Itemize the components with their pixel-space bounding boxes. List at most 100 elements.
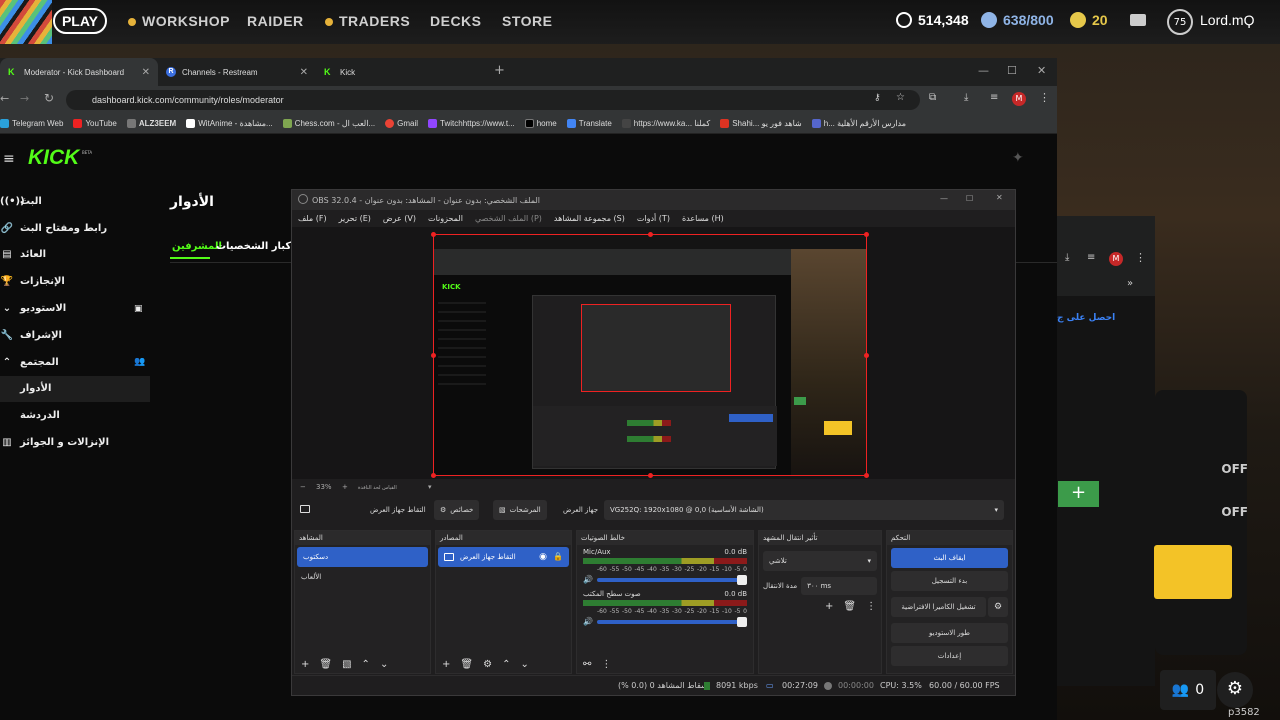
scene-item[interactable]: الألعاب — [295, 569, 430, 585]
gear-icon[interactable]: ⚙ — [483, 659, 492, 670]
zoom-mode[interactable]: القياس لحد النافذة — [358, 485, 397, 491]
bookmark-chess[interactable]: Chess.com - العب ال... — [282, 119, 375, 129]
add-button[interactable]: + — [1058, 481, 1099, 507]
sidebar-item-drops[interactable]: ▥ الإنزالات و الجوائز — [0, 429, 150, 456]
tab-moderators[interactable]: المشرفين — [172, 241, 222, 252]
nav-raider[interactable]: RAIDER — [247, 13, 304, 29]
gear-icon[interactable]: ⚙ — [988, 597, 1008, 617]
sidebar-item-stream-key[interactable]: 🔗 رابط ومفتاح البث — [0, 215, 150, 242]
sidebar-item-community[interactable]: ⌃ المجتمع 👥 — [0, 349, 150, 376]
speaker-icon[interactable]: 🔊 — [583, 575, 593, 584]
add-icon[interactable]: + — [442, 659, 450, 670]
minimize-icon[interactable]: — — [978, 64, 989, 77]
bookmark-telegram[interactable]: Telegram Web — [0, 119, 63, 129]
sidebar-item-roles[interactable]: الأدوار — [0, 375, 150, 403]
more-chevron-icon[interactable]: » — [1127, 278, 1133, 289]
extensions-icon[interactable]: ⧉ — [929, 92, 936, 103]
sidebar-item-moderation[interactable]: 🔧 الإشراف — [0, 322, 150, 349]
resize-handle[interactable] — [648, 473, 653, 478]
zoom-out-icon[interactable]: − — [300, 483, 306, 491]
stop-streaming-button[interactable]: ايقاف البث — [891, 548, 1008, 568]
settings-button[interactable]: إعدادات — [891, 646, 1008, 666]
resize-handle[interactable] — [431, 473, 436, 478]
resize-handle[interactable] — [648, 232, 653, 237]
link-icon[interactable]: ⚯ — [583, 659, 591, 670]
menu-scene-collection[interactable]: مجموعة المشاهد (S) — [554, 214, 625, 223]
bookmark-gmail[interactable]: Gmail — [385, 119, 418, 129]
bookmark-star-icon[interactable]: ☆ — [896, 92, 905, 103]
get-link[interactable]: احصل على ج — [1057, 313, 1115, 323]
menu-docks[interactable]: المحزونات — [428, 214, 463, 223]
scene-item[interactable]: دسكتوب — [297, 547, 428, 567]
filters-button[interactable]: ▧ المرشحات — [493, 500, 547, 520]
maximize-icon[interactable]: ☐ — [966, 194, 973, 203]
menu-view[interactable]: عرض (V) — [383, 214, 416, 223]
bookmark-translate[interactable]: Translate — [566, 119, 612, 129]
close-tab-icon[interactable]: ✕ — [142, 67, 150, 78]
profile-avatar[interactable]: M — [1012, 92, 1026, 106]
username[interactable]: Lord.mϘ — [1200, 12, 1254, 28]
close-tab-icon[interactable]: ✕ — [300, 67, 308, 78]
nav-store[interactable]: STORE — [502, 13, 552, 29]
bookmark-twitch[interactable]: Twitchhttps://www.t... — [428, 119, 515, 129]
sidebar-item-chat[interactable]: الدردشة — [0, 402, 150, 429]
close-window-icon[interactable]: ✕ — [996, 193, 1003, 202]
duration-input[interactable]: ٣٠٠ ms — [801, 577, 877, 595]
bookmark-kick[interactable]: https://www.ka... كملنا — [621, 119, 710, 129]
forward-icon[interactable]: → — [20, 92, 29, 105]
resize-handle[interactable] — [431, 353, 436, 358]
yellow-action-button[interactable] — [1154, 545, 1232, 599]
media-icon[interactable]: ≡ — [1087, 252, 1095, 263]
bookmark-home[interactable]: home — [524, 119, 557, 129]
play-button[interactable]: PLAY — [53, 8, 107, 34]
speaker-icon[interactable]: 🔊 — [583, 617, 593, 626]
toggle-off-2[interactable]: OFF — [1160, 499, 1256, 529]
nav-workshop[interactable]: WORKSHOP — [128, 13, 230, 29]
resize-handle[interactable] — [864, 353, 869, 358]
chevron-down-icon[interactable]: ⌄ — [520, 659, 528, 670]
tab-kick-dashboard[interactable]: K Moderator - Kick Dashboard ✕ — [0, 58, 158, 86]
properties-button[interactable]: ⚙ خصائص — [434, 500, 480, 520]
obs-preview-canvas[interactable]: KICK — [433, 234, 867, 476]
bookmark-alz3eem[interactable]: ALZ3EEM — [126, 119, 176, 129]
chevron-up-icon[interactable]: ⌃ — [362, 659, 370, 670]
friends-button[interactable]: 👥 0 — [1160, 670, 1216, 710]
volume-slider[interactable] — [596, 616, 747, 627]
menu-tools[interactable]: أدوات (T) — [637, 214, 670, 223]
resize-handle[interactable] — [864, 232, 869, 237]
sidebar-item-achievements[interactable]: 🏆 الإنجازات — [0, 268, 150, 295]
menu-kebab-icon[interactable]: ⋮ — [1039, 91, 1050, 104]
chevron-up-icon[interactable]: ⌃ — [502, 659, 510, 670]
bookmark-youtube[interactable]: YouTube — [73, 119, 117, 129]
add-icon[interactable]: + — [301, 659, 309, 670]
bookmark-witanime[interactable]: WitAnime - مشاهدة... — [186, 119, 273, 129]
sidebar-item-stream[interactable]: ((•)) البث — [0, 188, 150, 215]
menu-edit[interactable]: تحرير (E) — [339, 214, 371, 223]
back-icon[interactable]: ← — [0, 92, 9, 105]
menu-help[interactable]: مساعدة (H) — [682, 214, 724, 223]
trash-icon[interactable]: 🗑 — [460, 659, 473, 670]
slider-thumb[interactable] — [737, 616, 747, 627]
menu-file[interactable]: ملف (F) — [298, 214, 327, 223]
close-window-icon[interactable]: ✕ — [1037, 64, 1046, 77]
slider-thumb[interactable] — [737, 574, 747, 585]
filters-icon[interactable]: ▧ — [342, 659, 351, 670]
new-tab-icon[interactable]: + — [494, 63, 505, 78]
start-recording-button[interactable]: بدء التسجيل — [891, 571, 1008, 591]
downloads-icon[interactable]: ⤓ — [964, 92, 968, 103]
resize-handle[interactable] — [864, 473, 869, 478]
nav-decks[interactable]: DECKS — [430, 13, 482, 29]
menu-kebab-icon[interactable]: ⋮ — [601, 659, 611, 670]
display-select[interactable]: VG252Q: 1920x1080 @ 0,0 (الشاشة الأساسية… — [604, 500, 1004, 520]
reload-icon[interactable]: ↻ — [44, 91, 54, 105]
chevron-down-icon[interactable]: ⌄ — [380, 659, 388, 670]
hamburger-menu-icon[interactable]: ≡ — [3, 151, 15, 167]
transition-select[interactable]: تلاشي ▾ — [763, 551, 877, 571]
add-icon[interactable]: + — [825, 601, 833, 612]
menu-kebab-icon[interactable]: ⋮ — [1135, 251, 1146, 264]
minimize-icon[interactable]: — — [940, 194, 948, 203]
menu-profile[interactable]: الملف الشخصي (P) — [475, 214, 542, 223]
source-item[interactable]: التقاط جهاز العرض ◉ 🔒 — [438, 547, 569, 567]
trash-icon[interactable]: 🗑 — [843, 601, 856, 612]
eye-icon[interactable]: ◉ — [539, 547, 547, 567]
